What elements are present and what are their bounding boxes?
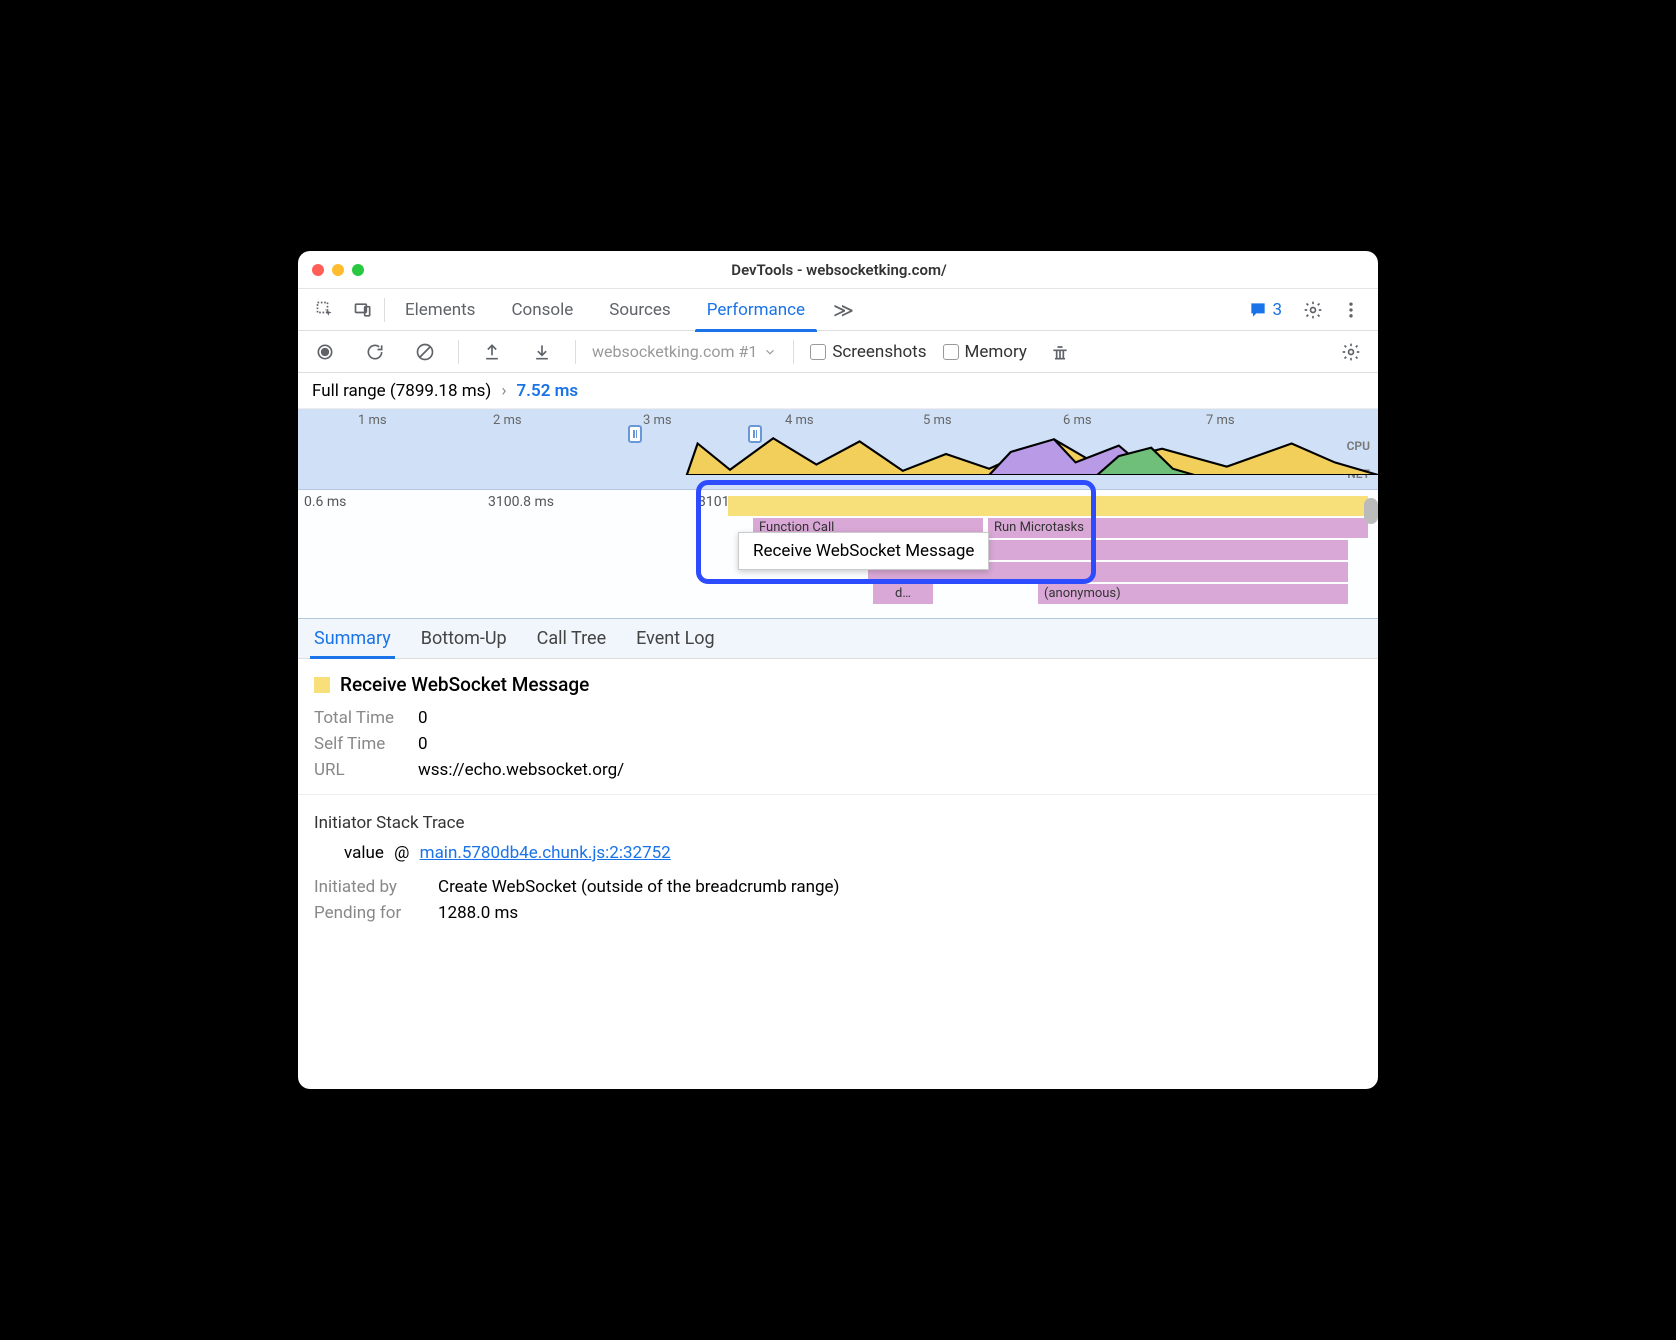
titlebar: DevTools - websocketking.com/ <box>298 251 1378 289</box>
flame-d[interactable]: d… <box>873 584 933 604</box>
detail-tab-calltree[interactable]: Call Tree <box>537 628 606 649</box>
flamechart-scrollbar[interactable] <box>1364 498 1378 524</box>
flame-event-root[interactable] <box>728 496 1368 516</box>
settings-gear-icon[interactable] <box>1296 293 1330 327</box>
summary-color-swatch <box>314 677 330 693</box>
reload-record-button[interactable] <box>358 335 392 369</box>
download-icon[interactable] <box>525 335 559 369</box>
overview-handle-right[interactable] <box>748 425 762 443</box>
detail-tab-bottomup[interactable]: Bottom-Up <box>421 628 507 649</box>
flame-run-microtasks[interactable]: Run Microtasks <box>988 518 1368 538</box>
performance-toolbar: websocketking.com #1 Screenshots Memory <box>298 331 1378 373</box>
memory-checkbox[interactable]: Memory <box>943 342 1027 362</box>
window-title: DevTools - websocketking.com/ <box>364 261 1314 279</box>
breadcrumb: Full range (7899.18 ms) › 7.52 ms <box>298 373 1378 409</box>
flame-tooltip: Receive WebSocket Message <box>738 532 989 570</box>
flame-anonymous[interactable]: (anonymous) <box>1038 584 1348 604</box>
more-menu-icon[interactable] <box>1334 293 1368 327</box>
devtools-window: DevTools - websocketking.com/ Elements C… <box>298 251 1378 1089</box>
breadcrumb-full-range[interactable]: Full range (7899.18 ms) <box>312 381 491 401</box>
main-tabbar: Elements Console Sources Performance ≫ 3 <box>298 289 1378 331</box>
device-toolbar-icon[interactable] <box>346 293 380 327</box>
chevron-right-icon: › <box>501 381 506 401</box>
minimize-window-button[interactable] <box>332 264 344 276</box>
upload-icon[interactable] <box>475 335 509 369</box>
detail-tab-eventlog[interactable]: Event Log <box>636 628 715 649</box>
tabs-overflow-button[interactable]: ≫ <box>825 298 862 322</box>
console-message-badge[interactable]: 3 <box>1238 300 1292 320</box>
tab-sources[interactable]: Sources <box>593 289 686 331</box>
clear-button[interactable] <box>408 335 442 369</box>
screenshots-checkbox[interactable]: Screenshots <box>810 342 926 362</box>
overview-minimap[interactable]: 1 ms 2 ms 3 ms 4 ms 5 ms 6 ms 7 ms CPU N… <box>298 409 1378 489</box>
overview-handle-left[interactable] <box>628 425 642 443</box>
close-window-button[interactable] <box>312 264 324 276</box>
maximize-window-button[interactable] <box>352 264 364 276</box>
detail-tabs: Summary Bottom-Up Call Tree Event Log <box>298 619 1378 659</box>
summary-title: Receive WebSocket Message <box>314 673 1362 696</box>
inspect-element-icon[interactable] <box>308 293 342 327</box>
tab-console[interactable]: Console <box>495 289 589 331</box>
detail-tab-summary[interactable]: Summary <box>314 628 391 649</box>
tab-performance[interactable]: Performance <box>691 289 821 331</box>
recording-selector[interactable]: websocketking.com #1 <box>592 342 777 361</box>
stack-trace-heading: Initiator Stack Trace <box>314 813 1362 833</box>
traffic-lights <box>312 264 364 276</box>
stack-frame-link[interactable]: main.5780db4e.chunk.js:2:32752 <box>420 843 671 863</box>
capture-settings-gear-icon[interactable] <box>1334 335 1368 369</box>
breadcrumb-selection[interactable]: 7.52 ms <box>516 381 578 401</box>
overview-cpu-art <box>298 433 1378 475</box>
tab-elements[interactable]: Elements <box>389 289 491 331</box>
summary-panel: Receive WebSocket Message Total Time0 Se… <box>298 659 1378 1089</box>
stack-frame: value @ main.5780db4e.chunk.js:2:32752 <box>344 843 1362 863</box>
collect-garbage-icon[interactable] <box>1043 335 1077 369</box>
record-button[interactable] <box>308 335 342 369</box>
flamechart[interactable]: 0.6 ms 3100.8 ms 3101.0 ms 3101.2 ms 310… <box>298 489 1378 619</box>
